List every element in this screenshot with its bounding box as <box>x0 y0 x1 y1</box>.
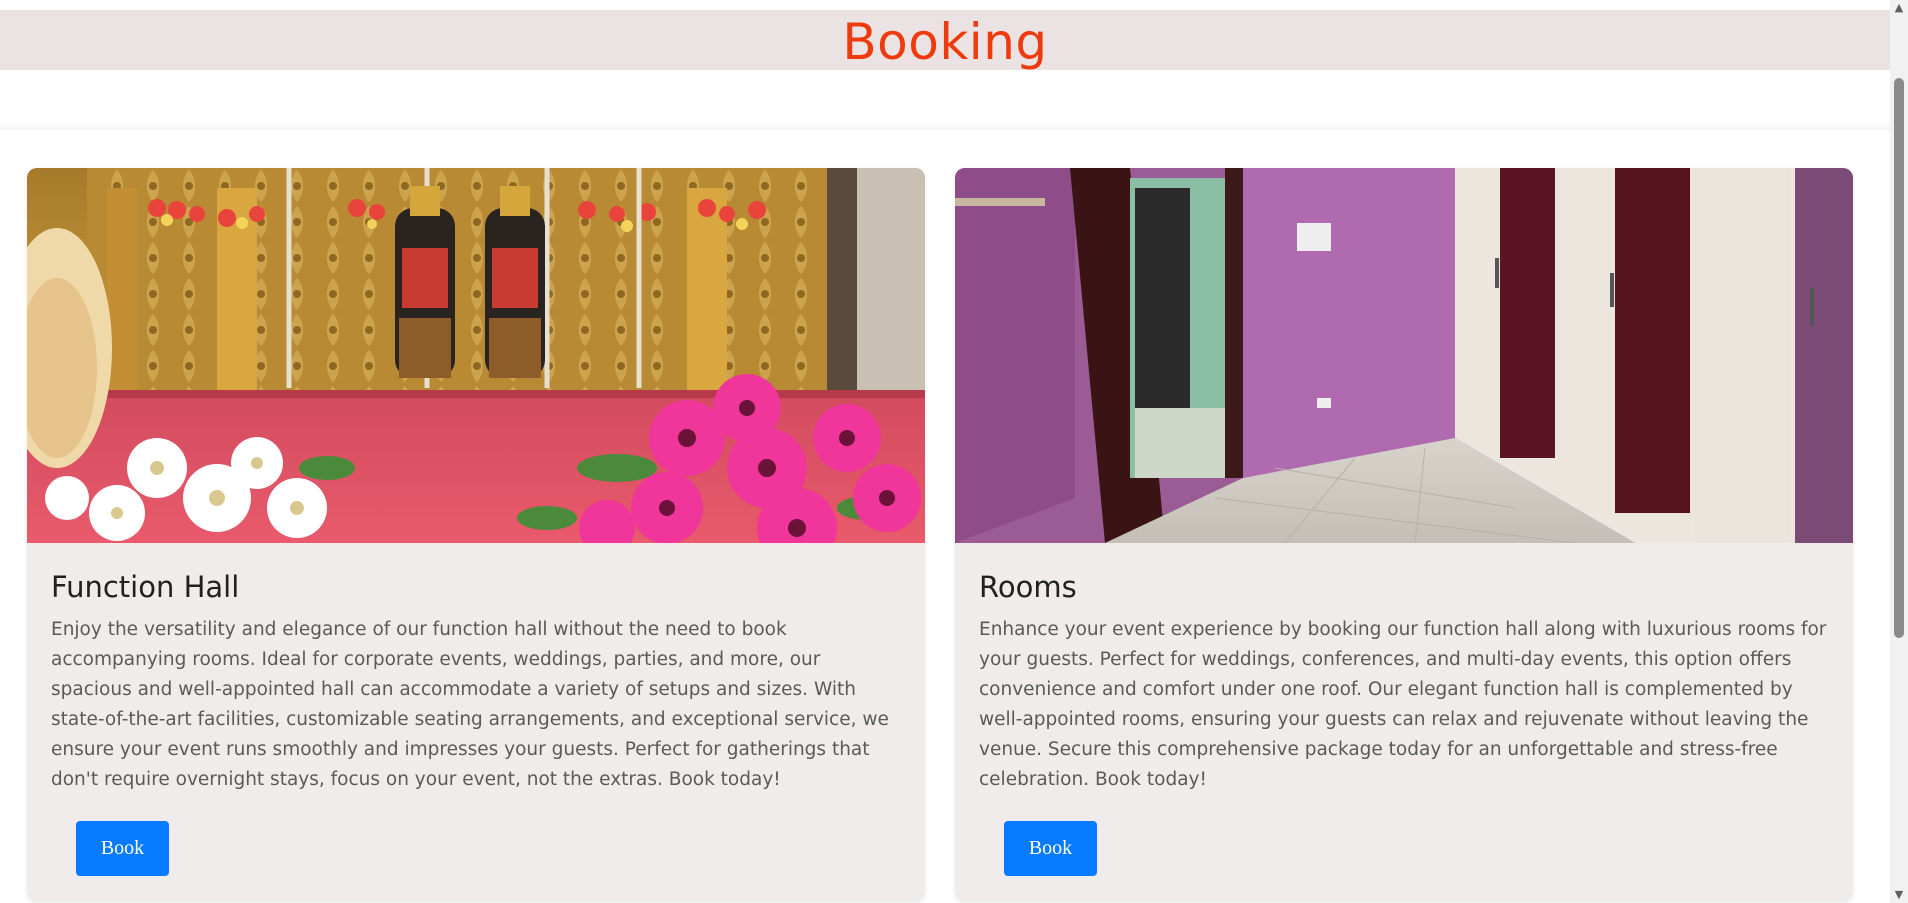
function-hall-image <box>27 168 925 543</box>
rooms-card-body: Rooms Enhance your event experience by b… <box>955 543 1853 795</box>
function-hall-book-button[interactable]: Book <box>76 821 169 876</box>
page-scrollbar[interactable]: ▲ ▼ <box>1890 0 1908 903</box>
function-hall-title: Function Hall <box>51 570 240 604</box>
scroll-down-arrow-icon[interactable]: ▼ <box>1890 887 1908 903</box>
function-hall-description: Enjoy the versatility and elegance of ou… <box>51 619 889 790</box>
header-bar: Booking <box>0 10 1890 71</box>
rooms-title: Rooms <box>979 570 1077 604</box>
rooms-book-button[interactable]: Book <box>1004 821 1097 876</box>
page-title: Booking <box>842 13 1048 71</box>
scroll-up-arrow-icon[interactable]: ▲ <box>1890 0 1908 16</box>
scroll-thumb[interactable] <box>1894 78 1904 638</box>
function-hall-card: Function Hall Enjoy the versatility and … <box>27 168 925 902</box>
header-spacer <box>0 70 1890 130</box>
rooms-description: Enhance your event experience by booking… <box>979 619 1827 790</box>
rooms-card: Rooms Enhance your event experience by b… <box>955 168 1853 902</box>
rooms-image <box>955 168 1853 543</box>
booking-page: Booking Function Hall Enjoy the versatil… <box>0 0 1908 903</box>
function-hall-card-body: Function Hall Enjoy the versatility and … <box>27 543 925 795</box>
